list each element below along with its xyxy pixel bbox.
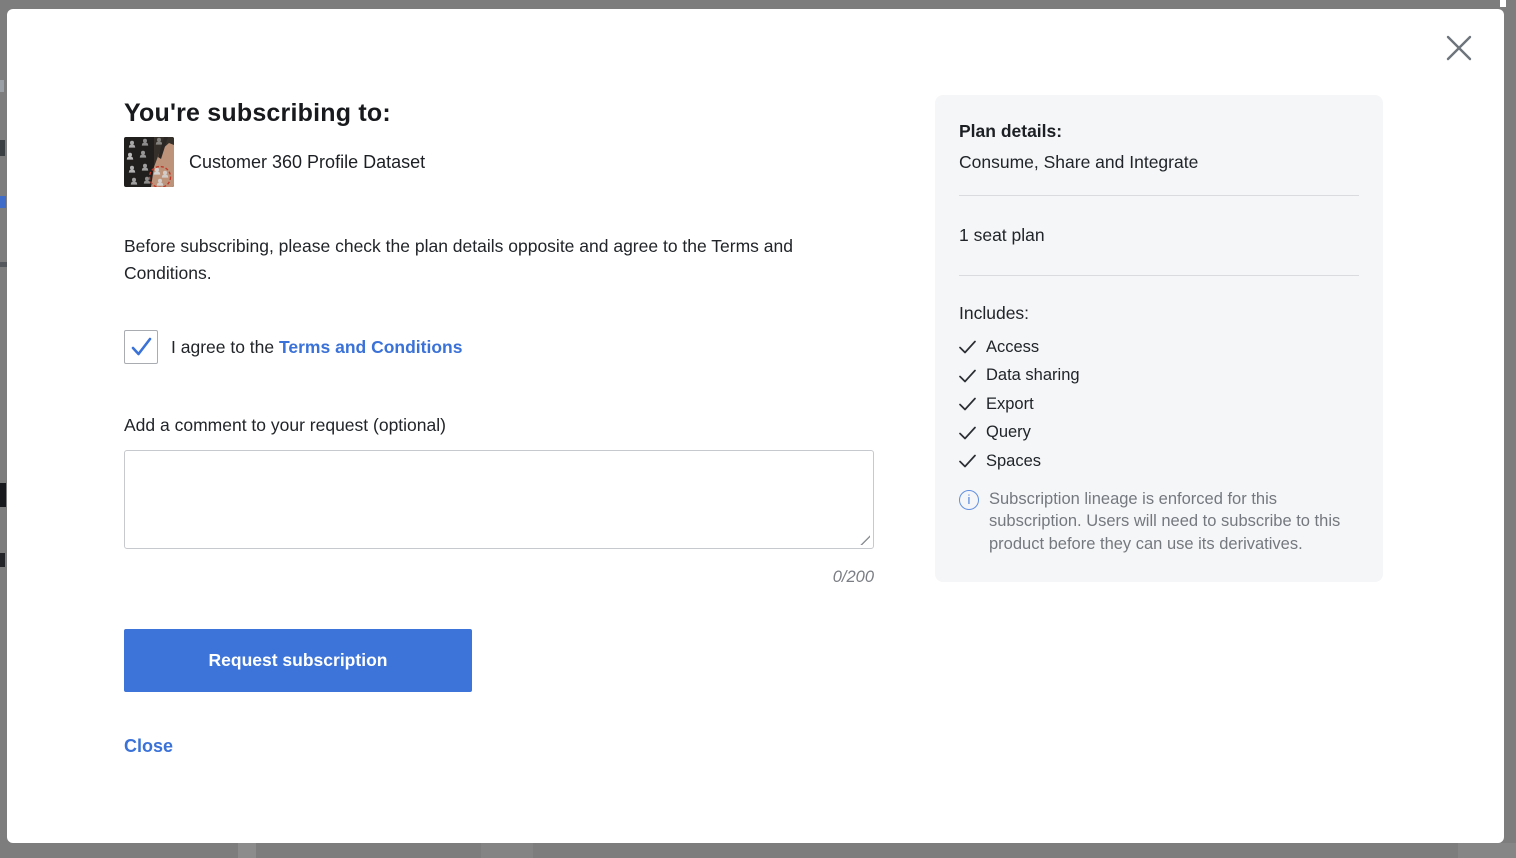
terms-link[interactable]: Terms and Conditions	[279, 337, 462, 357]
includes-item: Query	[959, 419, 1359, 448]
agree-label: I agree to the Terms and Conditions	[171, 337, 462, 358]
char-counter: 0/200	[124, 568, 874, 587]
background-page-fragment	[1458, 843, 1516, 858]
includes-item: Export	[959, 390, 1359, 419]
background-page-fragment	[0, 140, 5, 156]
includes-item-label: Query	[986, 423, 1031, 442]
includes-item: Access	[959, 333, 1359, 362]
includes-item-label: Access	[986, 338, 1039, 357]
background-page-fragment	[238, 843, 256, 858]
plan-details-panel: Plan details: Consume, Share and Integra…	[935, 95, 1383, 582]
includes-item-label: Data sharing	[986, 366, 1080, 385]
intro-text: Before subscribing, please check the pla…	[124, 233, 824, 287]
agree-row: I agree to the Terms and Conditions	[124, 330, 462, 364]
plan-seats: 1 seat plan	[959, 225, 1359, 246]
product-name: Customer 360 Profile Dataset	[189, 152, 425, 173]
includes-item-label: Export	[986, 395, 1034, 414]
includes-item: Data sharing	[959, 362, 1359, 391]
check-icon	[959, 340, 976, 354]
subscription-modal: You're subscribing to:	[7, 9, 1504, 843]
background-page-fragment	[1500, 0, 1506, 7]
background-page-fragment	[0, 553, 5, 567]
check-icon	[959, 454, 976, 468]
product-thumbnail	[124, 137, 174, 187]
background-page-fragment	[0, 80, 4, 92]
background-page-fragment	[0, 483, 6, 507]
includes-list: Access Data sharing Export Query Spaces	[959, 333, 1359, 476]
includes-item-label: Spaces	[986, 452, 1041, 471]
check-icon	[959, 397, 976, 411]
agree-prefix: I agree to the	[171, 337, 279, 357]
check-icon	[959, 369, 976, 383]
lineage-note: i Subscription lineage is enforced for t…	[959, 488, 1359, 556]
includes-item: Spaces	[959, 447, 1359, 476]
info-icon: i	[959, 490, 979, 510]
plan-details-label: Plan details:	[959, 121, 1359, 142]
agree-checkbox[interactable]	[124, 330, 158, 364]
comment-field-wrap	[124, 450, 874, 549]
modal-title: You're subscribing to:	[124, 99, 391, 128]
divider	[959, 275, 1359, 276]
request-subscription-button[interactable]: Request subscription	[124, 629, 472, 692]
comment-input[interactable]	[124, 450, 874, 549]
divider	[959, 195, 1359, 196]
background-page-fragment	[0, 196, 6, 208]
close-button[interactable]	[1441, 30, 1477, 66]
close-icon	[1445, 34, 1473, 62]
background-page-fragment	[0, 262, 7, 267]
lineage-note-text: Subscription lineage is enforced for thi…	[989, 488, 1359, 556]
background-page-fragment	[481, 843, 533, 858]
checkmark-icon	[129, 336, 153, 358]
product-row: Customer 360 Profile Dataset	[124, 137, 425, 187]
plan-name: Consume, Share and Integrate	[959, 152, 1359, 173]
close-link[interactable]: Close	[124, 736, 173, 757]
includes-label: Includes:	[959, 303, 1359, 324]
check-icon	[959, 426, 976, 440]
comment-label: Add a comment to your request (optional)	[124, 415, 446, 436]
